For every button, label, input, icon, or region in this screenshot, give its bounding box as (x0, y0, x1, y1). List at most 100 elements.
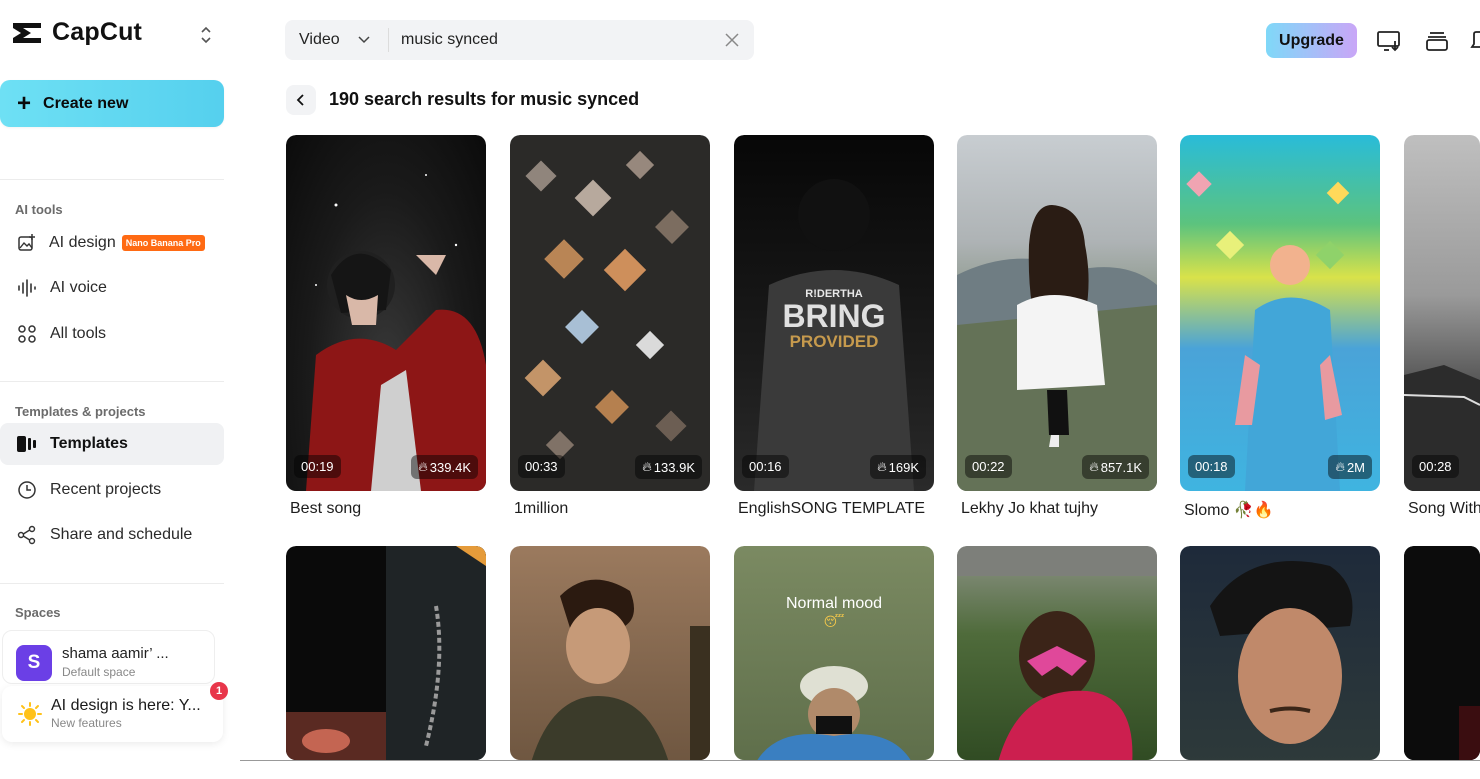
sidebar-item-share-schedule[interactable]: Share and schedule (0, 514, 224, 556)
section-title-spaces: Spaces (15, 605, 61, 620)
template-thumbnail (1180, 135, 1380, 491)
sidebar-item-label: All tools (50, 325, 107, 342)
template-card[interactable]: 00:22 🔥︎ 857.1K Lekhy Jo khat tujhy (957, 135, 1157, 525)
template-card[interactable]: R!DERTHA BRING PROVIDED 00:16 🔥︎ 169K Eng… (734, 135, 934, 525)
divider (388, 28, 389, 52)
close-icon[interactable] (724, 32, 740, 48)
template-thumbnail: Normal mood 😴 (734, 546, 934, 760)
flame-icon: 🔥︎ (1089, 459, 1099, 474)
space-subtitle: Default space (62, 665, 136, 679)
download-monitor-icon[interactable] (1376, 28, 1402, 54)
divider (240, 760, 1480, 761)
notification-count-badge: 1 (210, 682, 228, 700)
template-card[interactable]: 00:33 🔥︎ 133.9K 1million (510, 135, 710, 525)
template-card[interactable]: 00:18 🔥︎ 2M Slomo 🥀🔥 (1180, 135, 1380, 525)
template-title: Slomo 🥀🔥 (1184, 502, 1274, 519)
capcut-logo[interactable]: CapCut (10, 18, 142, 47)
template-card[interactable] (1180, 546, 1380, 760)
bell-icon[interactable] (1470, 28, 1480, 54)
sidebar-item-ai-design[interactable]: AI design Nano Banana Pro (0, 222, 224, 264)
space-name: shama aamir’ ... (62, 645, 169, 662)
divider (0, 583, 224, 584)
sidebar-item-recent-projects[interactable]: Recent projects (0, 469, 224, 511)
notice-title: AI design is here: Y... (51, 697, 201, 714)
templates-icon (16, 433, 38, 455)
grid-icon (16, 323, 38, 345)
chevron-updown-icon[interactable] (198, 24, 214, 46)
duration-badge: 00:19 (294, 455, 341, 478)
template-thumbnail (510, 546, 710, 760)
divider (0, 381, 224, 382)
thumbnail-art (1404, 365, 1480, 491)
views-badge: 🔥︎ 2M (1328, 455, 1372, 479)
section-title-templates: Templates & projects (15, 404, 146, 419)
waveform-icon (16, 277, 38, 299)
template-card[interactable]: 00:28 Song With (1404, 135, 1480, 525)
search-type-select[interactable]: Video (299, 31, 340, 49)
flame-icon: 🔥︎ (642, 459, 652, 474)
sidebar-item-label: Recent projects (50, 481, 162, 498)
sidebar-item-templates[interactable]: Templates (0, 423, 224, 465)
thumbnail-art (306, 174, 486, 491)
thumbnail-art: Normal mood 😴 (757, 595, 911, 760)
clock-icon (16, 479, 38, 501)
flame-icon: 🔥︎ (418, 459, 428, 474)
sidebar-item-all-tools[interactable]: All tools (0, 313, 224, 355)
views-count: 133.9K (653, 459, 695, 475)
template-card[interactable]: Normal mood 😴 (734, 546, 934, 760)
results-title: 190 search results for music synced (329, 89, 640, 109)
thumbnail-art (957, 205, 1157, 491)
views-count: 169K (888, 459, 919, 475)
thumbnail-art (1186, 171, 1350, 491)
template-card[interactable] (1404, 546, 1480, 760)
template-thumbnail (957, 135, 1157, 491)
upgrade-button[interactable]: Upgrade (1266, 23, 1357, 58)
image-plus-icon (16, 232, 38, 254)
template-thumbnail (1404, 135, 1480, 491)
flame-icon: 🔥︎ (877, 459, 887, 474)
notice-card[interactable]: AI design is here: Y... New features 1 (2, 682, 228, 742)
template-thumbnail (957, 546, 1157, 760)
share-icon (16, 524, 38, 546)
section-title-ai-tools: AI tools (15, 202, 63, 217)
thumbnail-art (1210, 561, 1353, 744)
views-count: 857.1K (1100, 459, 1142, 475)
space-card[interactable]: S shama aamir’ ... Default space (2, 630, 215, 684)
chevron-down-icon[interactable] (357, 33, 371, 47)
views-badge: 🔥︎ 857.1K (1082, 455, 1149, 479)
views-badge: 🔥︎ 133.9K (635, 455, 702, 479)
search-input[interactable] (395, 28, 707, 52)
template-thumbnail (510, 135, 710, 491)
duration-badge: 00:28 (1412, 455, 1459, 478)
search-bar: Video (285, 20, 754, 60)
thumbnail-art (1404, 546, 1480, 760)
overlay-text: Normal mood (786, 595, 882, 612)
duration-badge: 00:18 (1188, 455, 1235, 478)
sidebar: CapCut + Create new AI tools AI design N… (0, 0, 240, 779)
template-thumbnail: R!DERTHA BRING PROVIDED (734, 135, 934, 491)
sidebar-item-ai-voice[interactable]: AI voice (0, 267, 224, 309)
views-badge: 🔥︎ 169K (870, 455, 926, 479)
template-card[interactable]: 00:19 🔥︎ 339.4K Best song (286, 135, 486, 525)
back-button[interactable] (286, 85, 316, 115)
template-card[interactable] (510, 546, 710, 760)
template-card[interactable] (957, 546, 1157, 760)
template-thumbnail (1404, 546, 1480, 760)
sidebar-item-label: Templates (50, 435, 128, 452)
sidebar-item-label: AI voice (50, 279, 107, 296)
template-card[interactable] (286, 546, 486, 760)
template-title: EnglishSONG TEMPLATE (738, 500, 926, 517)
flame-icon: 🔥︎ (1335, 459, 1345, 474)
sidebar-item-label: AI design (49, 234, 116, 251)
template-title: 1million (514, 500, 569, 517)
thumbnail-art (531, 579, 710, 760)
overlay-emoji: 😴 (824, 614, 845, 630)
template-thumbnail (286, 135, 486, 491)
plus-icon: + (17, 89, 32, 117)
capcut-logo-icon (13, 22, 41, 43)
template-title: Lekhy Jo khat tujhy (961, 500, 1098, 517)
duration-badge: 00:22 (965, 455, 1012, 478)
views-count: 2M (1346, 459, 1365, 475)
create-new-button[interactable]: + Create new (0, 80, 224, 127)
stack-icon[interactable] (1424, 28, 1450, 54)
